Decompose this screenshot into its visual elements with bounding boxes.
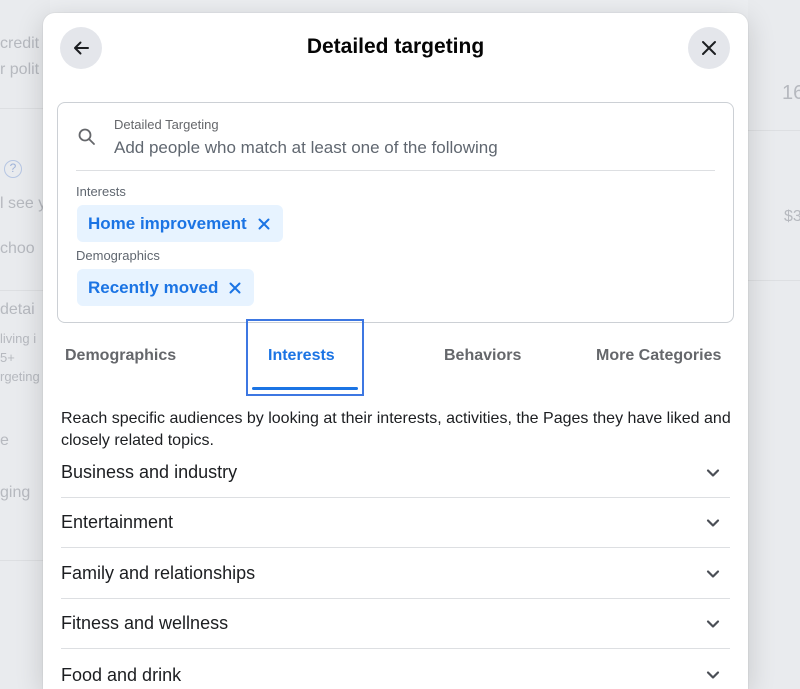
- selected-chip-home-improvement: Home improvement: [77, 205, 283, 242]
- divider: [76, 170, 715, 171]
- modal-title: Detailed targeting: [306, 35, 485, 58]
- chevron-down-icon: [704, 514, 722, 532]
- detailed-targeting-modal: Detailed targeting Detailed Targeting In…: [43, 13, 748, 689]
- category-family-and-relationships[interactable]: Family and relationships: [61, 549, 730, 599]
- category-label: Fitness and wellness: [61, 613, 229, 633]
- background-text: r polit: [0, 61, 40, 78]
- chip-label: Recently moved: [88, 277, 219, 297]
- category-food-and-drink[interactable]: Food and drink: [61, 650, 730, 689]
- close-button[interactable]: [688, 27, 730, 69]
- category-label: Family and relationships: [61, 563, 256, 583]
- background-text: credit: [0, 35, 40, 52]
- search-icon: [77, 127, 97, 147]
- background-divider: [748, 130, 800, 131]
- background-text: living i: [0, 331, 37, 346]
- background-divider: [748, 280, 800, 281]
- background-text: rgeting: [0, 369, 40, 384]
- active-tab-indicator: [252, 387, 358, 390]
- search-input[interactable]: [114, 136, 714, 160]
- chevron-down-icon: [704, 464, 722, 482]
- category-label: Entertainment: [61, 512, 174, 532]
- close-icon: [258, 218, 270, 229]
- selected-chip-recently-moved: Recently moved: [77, 269, 255, 306]
- category-fitness-and-wellness[interactable]: Fitness and wellness: [61, 599, 730, 649]
- category-label: Business and industry: [61, 462, 238, 482]
- chevron-down-icon: [704, 565, 722, 583]
- demographics-section-label: Demographics: [76, 248, 160, 263]
- close-icon: [702, 41, 716, 55]
- category-entertainment[interactable]: Entertainment: [61, 498, 730, 548]
- background-text: l see y: [0, 195, 47, 212]
- chevron-down-icon: [704, 615, 722, 633]
- close-icon: [229, 282, 241, 293]
- help-icon: ?: [4, 160, 22, 178]
- background-text: detai: [0, 301, 35, 318]
- chevron-down-icon: [704, 666, 722, 684]
- background-text: 5+: [0, 350, 15, 365]
- remove-chip-button[interactable]: [257, 217, 271, 231]
- chip-label: Home improvement: [88, 213, 247, 233]
- tab-behaviors[interactable]: Behaviors: [444, 347, 521, 365]
- background-text: 16: [782, 82, 800, 104]
- interests-description: Reach specific audiences by looking at t…: [61, 410, 731, 449]
- detailed-targeting-box: Detailed Targeting Interests Home improv…: [57, 102, 734, 323]
- interests-section-label: Interests: [76, 184, 126, 199]
- category-label: Food and drink: [61, 664, 182, 685]
- tab-interests[interactable]: Interests: [268, 347, 335, 365]
- background-text: ging: [0, 484, 31, 501]
- tab-demographics[interactable]: Demographics: [65, 347, 176, 365]
- background-text: choo: [0, 240, 35, 257]
- remove-chip-button[interactable]: [228, 281, 242, 295]
- background-text: e: [0, 432, 9, 449]
- search-label: Detailed Targeting: [114, 117, 219, 132]
- tab-more-categories[interactable]: More Categories: [596, 347, 721, 365]
- category-business-and-industry[interactable]: Business and industry: [61, 448, 730, 498]
- background-text: $3: [784, 208, 800, 225]
